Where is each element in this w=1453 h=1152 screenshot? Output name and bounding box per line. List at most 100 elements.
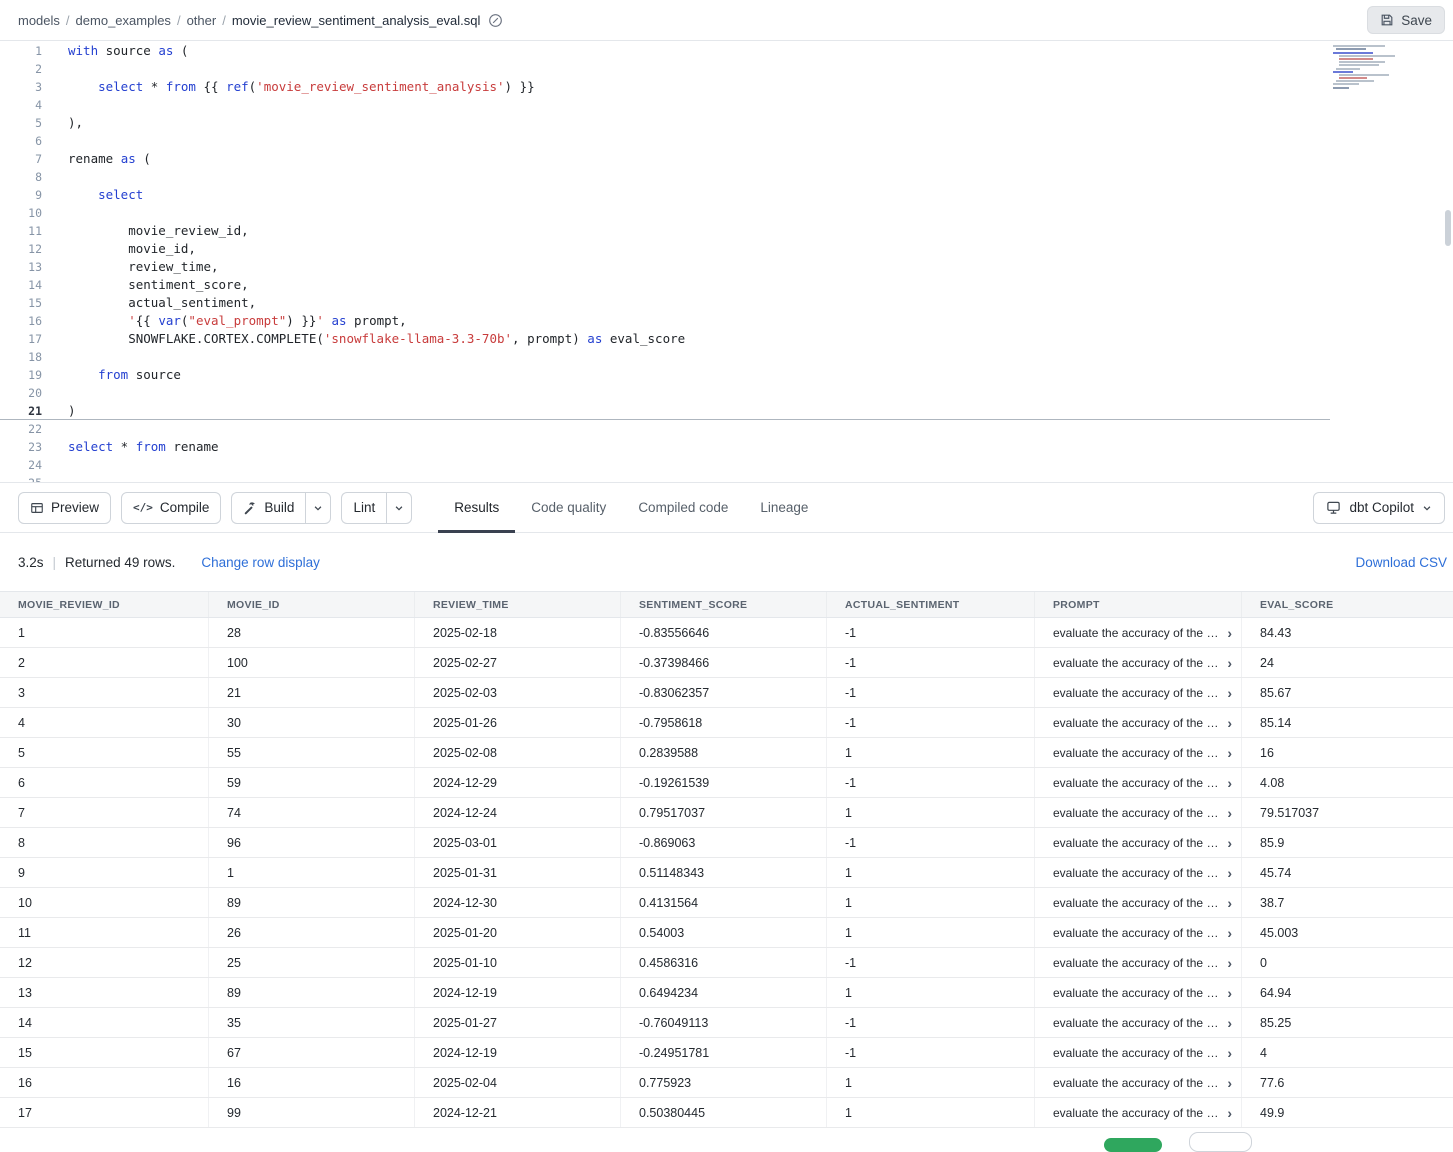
expand-row-icon[interactable]: › [1227,775,1232,791]
cell-movie_review_id: 8 [0,828,209,857]
breadcrumb: models / demo_examples / other / movie_r… [18,13,480,28]
code-line[interactable]: 15 actual_sentiment, [0,294,1453,312]
breadcrumb-current-file[interactable]: movie_review_sentiment_analysis_eval.sql [232,13,481,28]
expand-row-icon[interactable]: › [1227,1045,1232,1061]
cell-eval_score: 16 [1242,738,1453,767]
code-line[interactable]: 8 [0,168,1453,186]
code-line[interactable]: 7rename as ( [0,150,1453,168]
code-line[interactable]: 4 [0,96,1453,114]
change-row-display-link[interactable]: Change row display [201,555,320,570]
code-line[interactable]: 25 [0,474,1453,482]
breadcrumb-models[interactable]: models [18,13,60,28]
expand-row-icon[interactable]: › [1227,1015,1232,1031]
code-line[interactable]: 24 [0,456,1453,474]
expand-row-icon[interactable]: › [1227,895,1232,911]
lint-button[interactable]: Lint [341,492,386,524]
code-line[interactable]: 10 [0,204,1453,222]
expand-row-icon[interactable]: › [1227,925,1232,941]
build-button[interactable]: Build [231,492,305,524]
table-row[interactable]: 17992024-12-210.503804451evaluate the ac… [0,1098,1453,1128]
expand-row-icon[interactable]: › [1227,625,1232,641]
code-line[interactable]: 1with source as ( [0,42,1453,60]
cell-review_time: 2024-12-21 [415,1098,621,1127]
tab-compiled-code[interactable]: Compiled code [622,482,744,533]
editor-scrollbar-thumb[interactable] [1445,210,1451,246]
expand-row-icon[interactable]: › [1227,865,1232,881]
code-line[interactable]: 6 [0,132,1453,150]
preview-button[interactable]: Preview [18,492,111,524]
table-row[interactable]: 15672024-12-19-0.24951781-1evaluate the … [0,1038,1453,1068]
table-row[interactable]: 21002025-02-27-0.37398466-1evaluate the … [0,648,1453,678]
expand-row-icon[interactable]: › [1227,1075,1232,1091]
code-line[interactable]: 13 review_time, [0,258,1453,276]
table-row[interactable]: 6592024-12-29-0.19261539-1evaluate the a… [0,768,1453,798]
build-dropdown-button[interactable] [305,492,331,524]
code-line[interactable]: 18 [0,348,1453,366]
expand-row-icon[interactable]: › [1227,835,1232,851]
lint-button-group: Lint [341,492,412,524]
expand-row-icon[interactable]: › [1227,955,1232,971]
code-line[interactable]: 20 [0,384,1453,402]
table-row[interactable]: 8962025-03-01-0.869063-1evaluate the acc… [0,828,1453,858]
column-header-eval-score[interactable]: EVAL_SCORE [1242,592,1453,617]
code-line[interactable]: 3 select * from {{ ref('movie_review_sen… [0,78,1453,96]
expand-row-icon[interactable]: › [1227,745,1232,761]
expand-row-icon[interactable]: › [1227,805,1232,821]
code-line[interactable]: 17 SNOWFLAKE.CORTEX.COMPLETE('snowflake-… [0,330,1453,348]
column-header-sentiment-score[interactable]: SENTIMENT_SCORE [621,592,827,617]
bottom-partial-green-badge[interactable] [1104,1138,1162,1152]
table-row[interactable]: 912025-01-310.511483431evaluate the accu… [0,858,1453,888]
table-row[interactable]: 14352025-01-27-0.76049113-1evaluate the … [0,1008,1453,1038]
table-row[interactable]: 16162025-02-040.7759231evaluate the accu… [0,1068,1453,1098]
table-row[interactable]: 1282025-02-18-0.83556646-1evaluate the a… [0,618,1453,648]
code-editor[interactable]: 1with source as (23 select * from {{ ref… [0,42,1453,482]
column-header-movie-review-id[interactable]: MOVIE_REVIEW_ID [0,592,209,617]
dbt-copilot-button[interactable]: dbt Copilot [1313,492,1445,524]
code-line[interactable]: 19 from source [0,366,1453,384]
code-line[interactable]: 21) [0,402,1453,420]
breadcrumb-demo-examples[interactable]: demo_examples [76,13,171,28]
expand-row-icon[interactable]: › [1227,985,1232,1001]
save-button[interactable]: Save [1367,6,1445,34]
code-line[interactable]: 5), [0,114,1453,132]
table-row[interactable]: 12252025-01-100.4586316-1evaluate the ac… [0,948,1453,978]
compile-button[interactable]: </> Compile [121,492,221,524]
code-line[interactable]: 9 select [0,186,1453,204]
line-number: 10 [0,204,42,222]
code-line[interactable]: 14 sentiment_score, [0,276,1453,294]
cell-movie_id: 74 [209,798,415,827]
column-header-review-time[interactable]: REVIEW_TIME [415,592,621,617]
tab-results[interactable]: Results [438,482,515,533]
code-line[interactable]: 11 movie_review_id, [0,222,1453,240]
line-number: 6 [0,132,42,150]
cell-movie_review_id: 15 [0,1038,209,1067]
code-line[interactable]: 16 '{{ var("eval_prompt") }}' as prompt, [0,312,1453,330]
expand-row-icon[interactable]: › [1227,685,1232,701]
expand-row-icon[interactable]: › [1227,1105,1232,1121]
table-row[interactable]: 4302025-01-26-0.7958618-1evaluate the ac… [0,708,1453,738]
table-row[interactable]: 5552025-02-080.28395881evaluate the accu… [0,738,1453,768]
table-row[interactable]: 11262025-01-200.540031evaluate the accur… [0,918,1453,948]
minimap[interactable] [1333,44,1433,89]
table-row[interactable]: 7742024-12-240.795170371evaluate the acc… [0,798,1453,828]
table-row[interactable]: 13892024-12-190.64942341evaluate the acc… [0,978,1453,1008]
column-header-prompt[interactable]: PROMPT [1035,592,1242,617]
column-header-movie-id[interactable]: MOVIE_ID [209,592,415,617]
download-csv-link[interactable]: Download CSV [1355,555,1447,570]
bottom-partial-button[interactable] [1189,1132,1252,1152]
table-row[interactable]: 3212025-02-03-0.83062357-1evaluate the a… [0,678,1453,708]
code-line[interactable]: 2 [0,60,1453,78]
expand-row-icon[interactable]: › [1227,655,1232,671]
cell-prompt: evaluate the accuracy of the res...› [1035,918,1242,947]
code-line[interactable]: 22 [0,420,1453,438]
file-edit-icon[interactable] [488,13,503,28]
breadcrumb-other[interactable]: other [187,13,217,28]
tab-lineage[interactable]: Lineage [744,482,824,533]
lint-dropdown-button[interactable] [386,492,412,524]
column-header-actual-sentiment[interactable]: ACTUAL_SENTIMENT [827,592,1035,617]
expand-row-icon[interactable]: › [1227,715,1232,731]
code-line[interactable]: 23select * from rename [0,438,1453,456]
code-line[interactable]: 12 movie_id, [0,240,1453,258]
table-row[interactable]: 10892024-12-300.41315641evaluate the acc… [0,888,1453,918]
tab-code-quality[interactable]: Code quality [515,482,622,533]
